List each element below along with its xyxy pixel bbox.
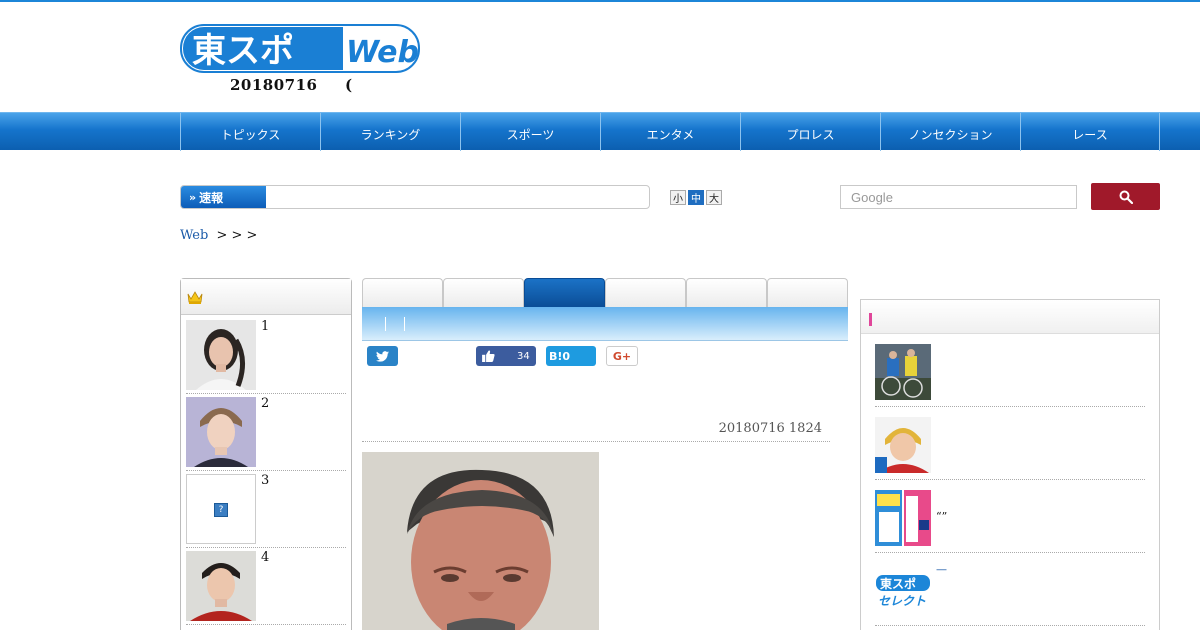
nav-item-sports[interactable]: スポーツ	[460, 113, 600, 151]
twitter-share-button[interactable]	[367, 346, 398, 366]
article-tab-3[interactable]	[524, 278, 605, 308]
ranking-thumbnail-4[interactable]	[186, 551, 256, 621]
font-size-large-button[interactable]: 大	[706, 190, 722, 205]
svg-text:東スポ: 東スポ	[880, 576, 916, 591]
facebook-like-button[interactable]: 34	[476, 346, 536, 366]
news-item-2[interactable]	[875, 417, 1145, 480]
breaking-news-label: » 速報	[181, 186, 266, 208]
article-divider	[362, 441, 830, 442]
nav-item-race[interactable]: レース	[1020, 113, 1160, 151]
article-tab-6[interactable]	[767, 278, 848, 308]
ranking-item-3[interactable]: ? 3	[186, 471, 346, 548]
article-tab-5[interactable]	[686, 278, 767, 308]
crown-icon	[187, 291, 203, 304]
article-tabs	[362, 278, 848, 308]
related-news-header	[861, 300, 1159, 334]
article-subcategory-bar	[362, 307, 848, 341]
breadcrumb-home-link[interactable]: Web	[180, 228, 208, 243]
nav-item-nonsection[interactable]: ノンセクション	[880, 113, 1020, 151]
tospo-select-logo[interactable]: 東スポ セレクト	[875, 563, 931, 619]
news-thumbnail-3[interactable]	[875, 490, 931, 546]
ranking-thumbnail-2[interactable]	[186, 397, 256, 467]
double-chevron-icon: »	[189, 190, 197, 204]
hatena-bookmark-button[interactable]: B!0	[546, 346, 596, 366]
ranking-thumbnail-1[interactable]	[186, 320, 256, 390]
news-text-4: —	[936, 563, 947, 576]
google-search-input[interactable]: Google	[840, 185, 1077, 209]
tospo-web-logo[interactable]: 東スポ Web	[180, 24, 420, 73]
ranking-item-4[interactable]: 4	[186, 548, 346, 625]
subbar-separator	[385, 317, 386, 331]
breadcrumb: Web > > >	[180, 228, 257, 243]
like-count: 34	[517, 350, 530, 362]
header-paren: (	[345, 76, 353, 94]
article-main-photo[interactable]	[362, 452, 599, 630]
article-tab-1[interactable]	[362, 278, 443, 308]
news-item-3[interactable]: “”	[875, 490, 1145, 553]
missing-image-icon: ?	[214, 503, 228, 517]
ranking-number-4: 4	[261, 550, 270, 565]
search-icon	[1119, 190, 1133, 204]
article-timestamp: 20180716 1824	[718, 421, 822, 436]
article-tab-2[interactable]	[443, 278, 524, 308]
ranking-number-1: 1	[261, 319, 270, 334]
ranking-number-3: 3	[261, 473, 270, 488]
ranking-panel-header	[181, 279, 351, 315]
font-size-selector: 小 中 大	[670, 190, 722, 205]
breaking-news-ticker[interactable]: » 速報	[180, 185, 650, 209]
thumbs-up-icon	[482, 350, 495, 362]
breadcrumb-separators: > > >	[216, 228, 258, 243]
news-item-1[interactable]	[875, 344, 1145, 407]
ranking-thumbnail-3-missing[interactable]: ?	[186, 474, 256, 544]
twitter-icon	[376, 350, 389, 362]
font-size-medium-button[interactable]: 中	[688, 190, 704, 205]
svg-text:東スポ: 東スポ	[192, 31, 294, 71]
news-thumbnail-2[interactable]	[875, 417, 931, 473]
ranking-item-2[interactable]: 2	[186, 394, 346, 471]
ranking-item-1[interactable]: 1	[186, 317, 346, 394]
nav-item-prowrestling[interactable]: プロレス	[740, 113, 880, 151]
news-thumbnail-1[interactable]	[875, 344, 931, 400]
global-nav: トピックス ランキング スポーツ エンタメ プロレス ノンセクション レース	[0, 112, 1200, 151]
article-tab-4[interactable]	[605, 278, 686, 308]
header-accent-mark	[869, 313, 872, 326]
top-accent-line	[0, 0, 1200, 2]
subbar-separator	[404, 317, 405, 331]
breaking-news-label-text: 速報	[199, 190, 224, 205]
related-news-panel: “” 東スポ セレクト —	[860, 299, 1160, 630]
svg-text:セレクト: セレクト	[878, 594, 926, 608]
google-plus-button[interactable]: G+	[606, 346, 638, 366]
search-button[interactable]	[1091, 183, 1160, 210]
nav-item-topics[interactable]: トピックス	[180, 113, 320, 151]
nav-item-ranking[interactable]: ランキング	[320, 113, 460, 151]
ranking-panel: 1 2 ? 3 4	[180, 278, 352, 630]
news-text-3: “”	[936, 510, 948, 523]
font-size-small-button[interactable]: 小	[670, 190, 686, 205]
svg-text:Web: Web	[346, 35, 419, 70]
ranking-number-2: 2	[261, 396, 270, 411]
header-date: 20180716	[230, 76, 318, 94]
nav-item-entertainment[interactable]: エンタメ	[600, 113, 740, 151]
news-item-4[interactable]: 東スポ セレクト —	[875, 563, 1145, 626]
